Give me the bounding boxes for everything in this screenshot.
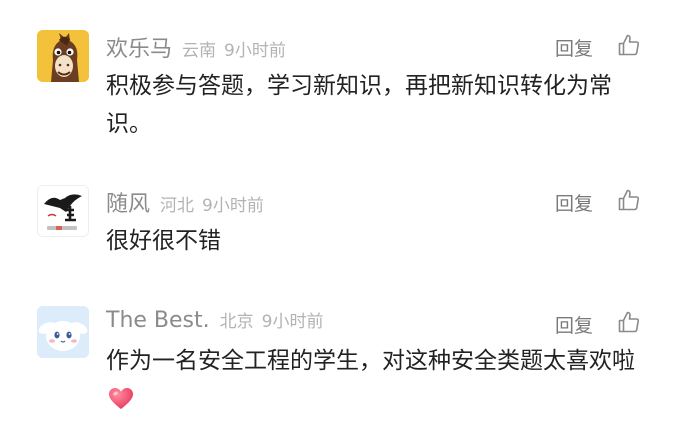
comment-text: 作为一名安全工程的学生，对这种安全类题太喜欢啦 <box>106 348 635 374</box>
reply-button[interactable]: 回复 <box>555 311 593 338</box>
comment-text-container: 作为一名安全工程的学生，对这种安全类题太喜欢啦 <box>106 342 651 418</box>
avatar[interactable] <box>37 30 89 82</box>
timestamp: 9小时前 <box>202 196 264 216</box>
heart-emoji-icon <box>109 388 133 409</box>
thumbs-up-icon[interactable] <box>617 188 641 212</box>
timestamp: 9小时前 <box>261 312 324 332</box>
comment-meta: The Best. 北京 9小时前 <box>106 307 323 337</box>
comment-meta: 欢乐马 云南 9小时前 <box>106 31 286 63</box>
username[interactable]: 随风 <box>106 186 150 218</box>
location-label: 云南 <box>182 41 217 61</box>
location-label: 北京 <box>219 312 254 332</box>
cinnamoroll-avatar-icon <box>37 306 89 358</box>
avatar[interactable] <box>37 306 89 358</box>
comment-item: 欢乐马 云南 9小时前 回复 积极参与答题，学习新知识，再把新知识转化为常识。 <box>0 0 677 150</box>
avatar[interactable] <box>37 185 89 237</box>
reply-button[interactable]: 回复 <box>555 189 593 216</box>
comment-item: The Best. 北京 9小时前 回复 作为一名安全工程的学生，对这种安全类题… <box>0 290 677 443</box>
comment-meta: 随风 河北 9小时前 <box>106 186 264 218</box>
comment-item: 随风 河北 9小时前 回复 很好很不错 <box>0 150 677 290</box>
horse-avatar-icon <box>37 30 89 82</box>
timestamp: 9小时前 <box>224 41 286 61</box>
thumbs-up-icon[interactable] <box>617 310 641 334</box>
thumbs-up-icon[interactable] <box>617 33 641 57</box>
comment-text: 很好很不错 <box>106 228 221 254</box>
username[interactable]: The Best. <box>106 308 210 333</box>
reply-button[interactable]: 回复 <box>555 34 593 61</box>
username[interactable]: 欢乐马 <box>106 31 172 63</box>
location-label: 河北 <box>160 196 195 216</box>
eagle-avatar-icon <box>38 186 88 236</box>
comment-text: 积极参与答题，学习新知识，再把新知识转化为常识。 <box>106 73 612 137</box>
